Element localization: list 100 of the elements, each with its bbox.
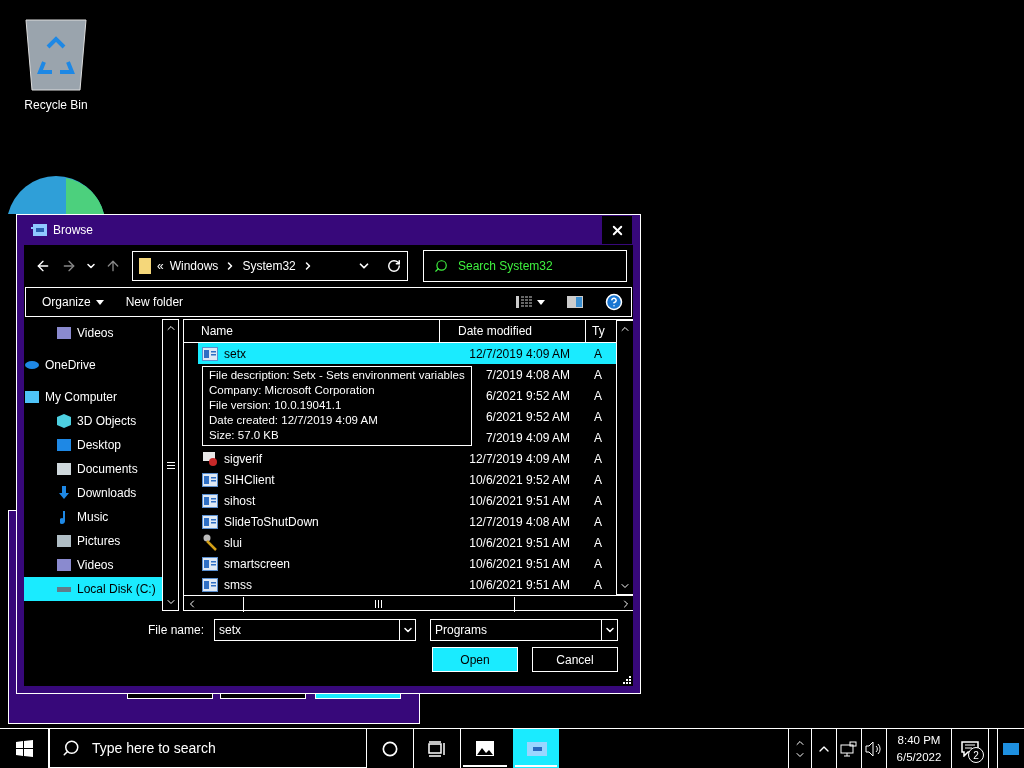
breadcrumb[interactable]: System32 <box>242 259 296 273</box>
address-bar[interactable]: « Windows System32 <box>132 251 408 281</box>
nav-pane-item[interactable]: Downloads <box>24 481 162 505</box>
type-cell-text: A <box>593 556 603 571</box>
file-name: smss <box>224 577 252 592</box>
help-icon[interactable] <box>605 293 623 311</box>
search-field[interactable]: Search System32 <box>423 250 627 282</box>
taskbar-search-field[interactable]: Type here to search <box>49 729 367 768</box>
film-icon <box>56 557 72 573</box>
window-icon <box>525 741 547 756</box>
resize-grip-icon[interactable] <box>623 676 631 684</box>
volume-button[interactable] <box>862 729 887 768</box>
file-name: setx <box>224 346 246 361</box>
window-title: Browse <box>53 223 94 237</box>
file-row[interactable]: sigverif 12/7/2019 4:09 AM A <box>198 448 616 469</box>
type-cell-text: A <box>593 493 603 508</box>
circle-icon <box>382 740 398 757</box>
nav-pane-item[interactable]: OneDrive <box>24 353 162 377</box>
window-icon <box>202 493 218 508</box>
window-icon <box>202 472 218 487</box>
file-row[interactable]: sihost 10/6/2021 9:51 AM A <box>198 490 616 511</box>
nav-pane-item[interactable]: Desktop <box>24 433 162 457</box>
window-icon <box>202 577 218 592</box>
film-icon <box>56 325 72 341</box>
photo-icon <box>476 741 494 756</box>
volume-icon <box>865 740 883 757</box>
tooltip-line: File description: Setx - Sets environment variables <box>209 368 465 383</box>
file-row[interactable]: slui 10/6/2021 9:51 AM A <box>198 532 616 553</box>
nav-pane-item[interactable]: Videos <box>24 553 162 577</box>
file-name: SIHClient <box>224 472 275 487</box>
horizontal-scrollbar[interactable] <box>184 595 633 612</box>
nav-pane-item[interactable]: Documents <box>24 457 162 481</box>
breadcrumb[interactable]: « <box>157 259 164 273</box>
file-name: sigverif <box>224 451 262 466</box>
notifications-button[interactable]: 2 <box>952 729 989 768</box>
column-header[interactable]: Name <box>184 320 440 342</box>
date-cell-text: 10/6/2021 9:51 AM <box>468 535 571 550</box>
nav-pane-item[interactable]: Videos <box>24 321 162 345</box>
nav-pane-item[interactable]: Music <box>24 505 162 529</box>
file-row[interactable]: SlideToShutDown 12/7/2019 4:08 AM A <box>198 511 616 532</box>
scrollbar[interactable] <box>616 320 633 595</box>
scrollbar[interactable] <box>162 319 179 611</box>
grip-icon[interactable] <box>166 461 175 469</box>
type-cell-text: A <box>593 577 603 592</box>
file-row[interactable]: smss 10/6/2021 9:51 AM A <box>198 574 616 595</box>
type-cell-text: A <box>593 367 603 382</box>
column-header[interactable]: Ty <box>586 320 616 342</box>
type-cell-text: A <box>593 514 603 529</box>
caret-icon <box>95 299 104 305</box>
network-icon <box>840 740 858 757</box>
file-name-field[interactable]: setx <box>214 619 416 641</box>
nav-pane-item[interactable]: My Computer <box>24 385 162 409</box>
breadcrumb[interactable]: Windows <box>169 259 219 273</box>
type-cell-text: A <box>593 346 603 361</box>
picture-icon <box>56 533 72 549</box>
close-button[interactable] <box>602 216 632 244</box>
tooltip-line: File version: 10.0.19041.1 <box>209 398 342 413</box>
cloud-icon <box>24 360 40 370</box>
file-row[interactable]: SIHClient 10/6/2021 9:52 AM A <box>198 469 616 490</box>
window-icon <box>202 346 218 361</box>
column-header[interactable]: Date modified <box>440 320 586 342</box>
music-note-icon <box>60 509 68 525</box>
tooltip-line: Company: Microsoft Corporation <box>209 383 375 398</box>
date-cell-text: 10/6/2021 9:51 AM <box>468 577 571 592</box>
open-button[interactable]: Open <box>432 647 518 672</box>
date-cell-text: 10/6/2021 9:51 AM <box>468 493 571 508</box>
certificate-icon <box>202 450 218 467</box>
clock[interactable]: 8:40 PM 6/5/2022 <box>887 729 952 768</box>
file-name: slui <box>224 535 242 550</box>
file-row[interactable]: setx 12/7/2019 4:09 AM A <box>198 343 616 364</box>
date-cell-text: 10/6/2021 9:51 AM <box>468 556 571 571</box>
type-cell-text: A <box>593 388 603 403</box>
network-button[interactable] <box>837 729 862 768</box>
window-icon <box>202 556 218 571</box>
refresh-icon[interactable] <box>387 259 401 273</box>
nav-pane-item[interactable]: 3D Objects <box>24 409 162 433</box>
window-icon <box>202 514 218 529</box>
type-cell-text: A <box>593 430 603 445</box>
file-type-dropdown[interactable]: Programs <box>430 619 618 641</box>
drive-icon <box>56 585 72 593</box>
search-icon <box>434 259 448 273</box>
file-row[interactable]: smartscreen 10/6/2021 9:51 AM A <box>198 553 616 574</box>
cube-icon <box>56 413 72 429</box>
tooltip-line: Date created: 12/7/2019 4:09 AM <box>209 413 378 428</box>
cancel-button[interactable]: Cancel <box>532 647 618 672</box>
new-folder-button[interactable]: New folder <box>125 295 184 309</box>
nav-pane-item[interactable]: Pictures <box>24 529 162 553</box>
grip-icon[interactable] <box>375 600 382 608</box>
nav-pane-item[interactable]: Local Disk (C:) <box>24 577 162 601</box>
date-cell-text: 12/7/2019 4:09 AM <box>468 451 571 466</box>
file-name: SlideToShutDown <box>224 514 319 529</box>
file-name: sihost <box>224 493 256 508</box>
task-view-icon <box>428 740 446 757</box>
view-options-button[interactable] <box>516 295 545 309</box>
monitor-icon <box>24 389 40 405</box>
desktop-icon <box>56 437 72 453</box>
message-icon <box>961 740 979 757</box>
organize-button[interactable]: Organize <box>42 295 104 309</box>
date-cell-text: 7/2019 4:09 AM <box>484 430 571 445</box>
date-cell-text: 12/7/2019 4:09 AM <box>468 346 571 361</box>
